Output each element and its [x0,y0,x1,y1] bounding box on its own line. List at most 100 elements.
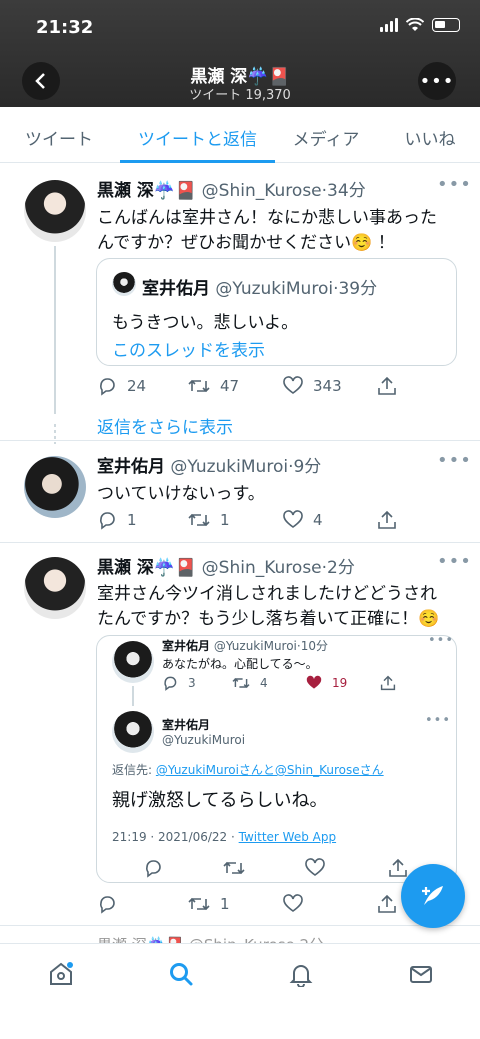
embed-author-name: 室井佑月 [162,718,211,732]
tab-tweets-replies[interactable]: ツイートと返信 [120,107,275,163]
reply-button[interactable]: 1 [97,510,137,530]
reply-button[interactable]: 24 [97,376,146,396]
tweet-text: こんばんは室井さん！なにか悲しい事あった [97,208,437,228]
embed-time: ·10分 [296,639,328,653]
tweet-time: ·9分 [288,457,322,477]
tweet-text: 室井さん今ツイ消しされましたけどどうされ [97,584,437,604]
reply-icon [146,860,161,878]
retweet-button[interactable]: 4 [232,675,268,691]
quoted-author-handle: @YuzukiMuroi [215,279,334,299]
tweet-menu-icon[interactable]: ••• [437,174,472,195]
tweet-text-line2: んですか？ぜひお聞かせください☺️ ！ [97,233,395,253]
divider [0,440,480,441]
reply-count: 3 [188,676,196,690]
thread-line [132,686,134,706]
more-icon: ••• [419,70,455,92]
like-count: 19 [332,676,348,690]
heart-icon [283,376,303,394]
embed-author-name: 室井佑月 [162,639,211,653]
author-handle: @Shin_Kurose [201,558,322,578]
like-count: 4 [313,511,323,529]
show-more-replies-link[interactable]: 返信をさらに表示 [97,413,233,438]
retweet-icon [223,861,245,875]
reply-button[interactable]: 3 [162,675,196,691]
embed-menu-icon[interactable]: ••• [428,633,454,648]
share-icon [378,376,396,395]
share-button[interactable] [377,376,397,396]
heart-icon [283,894,303,912]
tab-tweets[interactable]: ツイート [0,107,118,163]
show-thread-link[interactable]: このスレッドを表示 [112,336,265,361]
tab-likes[interactable]: いいね [390,107,470,163]
avatar[interactable] [24,557,86,619]
tweet-header: 室井佑月 @YuzukiMuroi·9分 [97,452,321,477]
reply-button[interactable] [97,894,127,914]
reply-icon [100,378,115,396]
share-button[interactable] [380,675,396,691]
reply-to-users[interactable]: @YuzukiMuroiさんと@Shin_Kuroseさん [156,763,384,777]
author-name[interactable]: 黒瀬 深☔️🎴 [97,181,196,201]
notifications-tab[interactable] [288,961,314,991]
share-button[interactable] [377,894,397,914]
reply-icon [164,676,177,691]
retweet-count: 4 [260,676,268,690]
retweet-button[interactable]: 1 [188,894,230,914]
mail-icon [410,966,432,983]
embed-menu-icon[interactable]: ••• [425,713,451,728]
avatar [112,641,154,683]
author-name[interactable]: 黒瀬 深☔️🎴 [97,558,196,578]
embed-author-handle: @YuzukiMuroi [213,639,297,653]
like-button[interactable]: 19 [306,675,347,691]
profile-header: 21:32 黒瀬 深☔️🎴 ツイート 19,370 ••• [0,0,480,107]
heart-icon [305,858,325,876]
quoted-time: ·39分 [333,279,378,299]
like-button[interactable] [305,858,325,878]
embed-timestamp: 21:19 · 2021/06/22 · Twitter Web App [112,830,336,844]
share-button[interactable] [377,510,397,530]
tweet-time: ·2分 [321,558,355,578]
status-icons [380,18,460,32]
bell-icon [289,965,313,988]
quoted-author-name: 室井佑月 [142,279,210,299]
tweet-header: 黒瀬 深☔️🎴 @Shin_Kurose·34分 [97,176,366,201]
reply-icon [100,896,115,914]
timestamp: 21:19 · 2021/06/22 · [112,830,239,844]
more-button[interactable]: ••• [418,62,456,100]
like-button[interactable] [283,894,313,914]
retweet-count: 1 [220,511,230,529]
tweet-count: ツイート 19,370 [189,88,291,103]
reply-button[interactable] [143,858,163,878]
messages-tab[interactable] [408,961,434,991]
search-icon [170,963,193,986]
like-button[interactable]: 4 [283,510,323,530]
tweet-menu-icon[interactable]: ••• [437,450,472,471]
avatar[interactable] [24,456,86,518]
tab-media[interactable]: メディア [280,107,372,163]
share-button[interactable] [388,858,408,878]
tweet-text: ついていけないっす。 [97,484,265,504]
retweet-button[interactable]: 1 [188,510,230,530]
author-handle: @YuzukiMuroi [170,457,289,477]
battery-icon [432,18,460,32]
source-link[interactable]: Twitter Web App [239,830,336,844]
reply-count: 24 [127,377,147,395]
retweet-button[interactable] [223,858,245,878]
profile-tabs: ツイート ツイートと返信 メディア いいね [0,107,480,163]
retweet-icon [232,677,250,689]
heart-icon [283,510,303,528]
home-tab[interactable] [48,961,74,991]
search-tab[interactable] [168,961,194,991]
avatar[interactable] [24,180,86,242]
divider [0,542,480,543]
avatar [112,711,154,753]
tweet-menu-icon[interactable]: ••• [437,551,472,572]
heart-filled-icon [306,675,322,689]
thread-line [54,246,56,414]
status-time: 21:32 [36,17,94,38]
retweet-button[interactable]: 47 [188,376,239,396]
compose-tweet-button[interactable] [401,864,465,928]
like-button[interactable]: 343 [283,376,342,396]
author-name[interactable]: 室井佑月 [97,457,165,477]
retweet-icon [188,379,210,393]
share-icon [378,894,396,913]
